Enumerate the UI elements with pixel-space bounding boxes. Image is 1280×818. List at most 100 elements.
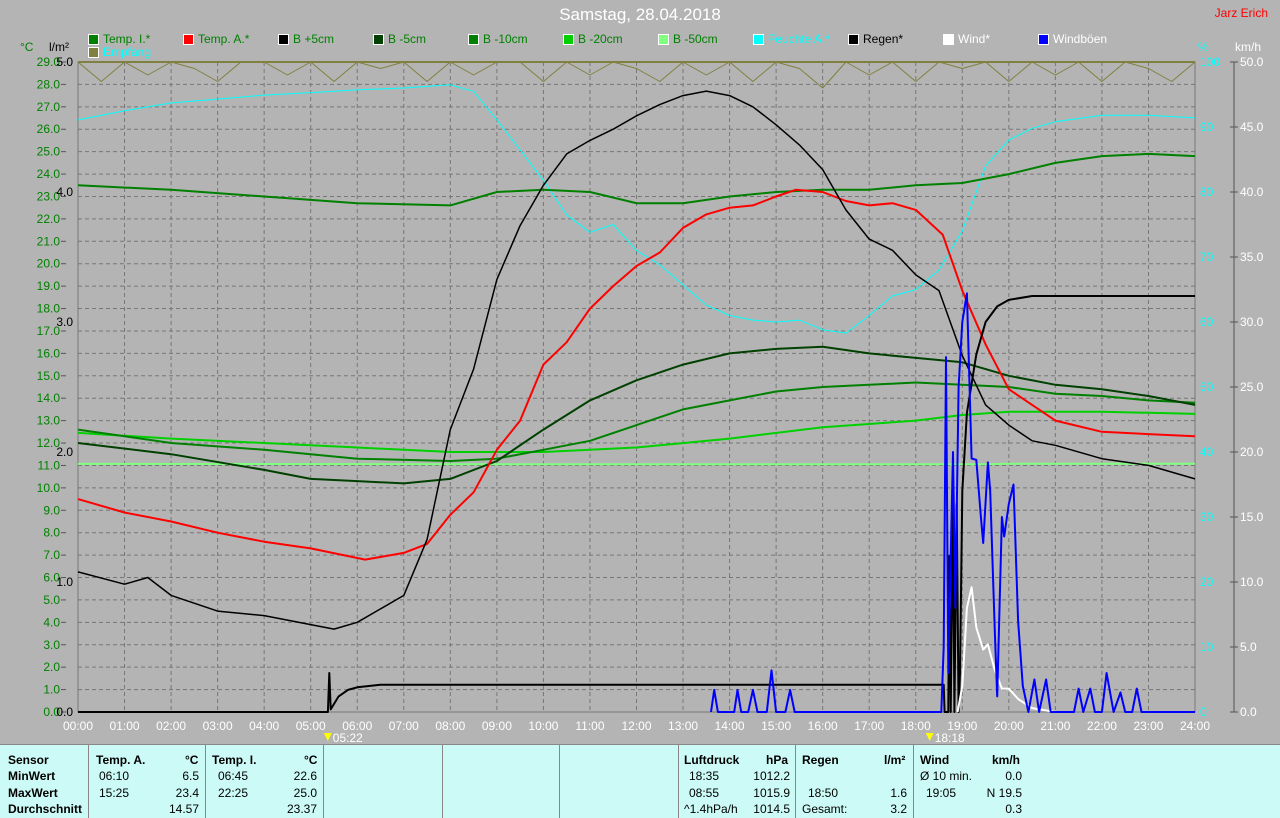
temp-a-max-time: 15:25 [99, 786, 130, 800]
pressure-min-time: 18:35 [689, 769, 720, 783]
row-label-min: MinWert [8, 769, 56, 783]
y-tick-kmh: 15.0 [1240, 510, 1264, 524]
y-tick-temp: 26.0 [37, 122, 61, 136]
pressure-max-time: 08:55 [689, 786, 720, 800]
y-tick-rain: 0.0 [56, 705, 73, 719]
wind-unit: km/h [992, 753, 1021, 767]
x-tick: 22:00 [1087, 719, 1117, 733]
row-label-max: MaxWert [8, 786, 58, 800]
x-tick: 12:00 [621, 719, 651, 733]
y-tick-temp: 1.0 [43, 683, 60, 697]
y-tick-kmh: 30.0 [1240, 315, 1264, 329]
y-tick-rain: 3.0 [56, 315, 73, 329]
y-tick-pct: 60 [1200, 315, 1214, 329]
x-tick: 00:00 [63, 719, 93, 733]
pressure-current: 1014.5 [753, 802, 790, 816]
y-tick-pct: 10 [1200, 640, 1214, 654]
y-tick-temp: 28.0 [37, 77, 61, 91]
y-tick-temp: 7.0 [43, 548, 60, 562]
x-tick: 02:00 [156, 719, 186, 733]
x-tick: 04:00 [249, 719, 279, 733]
x-tick: 20:00 [994, 719, 1024, 733]
y-tick-temp: 3.0 [43, 638, 60, 652]
y-tick-temp: 24.0 [37, 167, 61, 181]
x-tick: 05:00 [296, 719, 326, 733]
rain-max: 1.6 [890, 786, 907, 800]
temp-i-unit: °C [304, 753, 318, 767]
rain-unit: l/m² [884, 753, 906, 767]
series-b-20cm [77, 410, 1196, 453]
rain-total: 3.2 [890, 802, 907, 816]
y-tick-pct: 30 [1200, 510, 1214, 524]
marker-time: 18:18 [935, 731, 965, 744]
temp-i-min: 22.6 [293, 769, 317, 783]
row-label-sensor: Sensor [8, 753, 49, 767]
y-tick-temp: 18.0 [37, 302, 61, 316]
y-tick-kmh: 45.0 [1240, 120, 1264, 134]
y-tick-temp: 21.0 [37, 234, 61, 248]
wind-mean: 0.3 [1005, 802, 1022, 816]
x-tick: 21:00 [1040, 719, 1070, 733]
y-tick-temp: 8.0 [43, 526, 60, 540]
y-tick-temp: 16.0 [37, 346, 61, 360]
pressure-title: Luftdruck [684, 753, 740, 767]
y-tick-pct: 20 [1200, 575, 1214, 589]
y-tick-kmh: 35.0 [1240, 250, 1264, 264]
y-tick-temp: 11.0 [38, 458, 61, 472]
temp-i-avg: 23.37 [286, 802, 317, 816]
temp-a-unit: °C [185, 753, 199, 767]
pressure-trend: ^1.4hPa/h [684, 802, 738, 816]
y-tick-pct: 100 [1200, 55, 1220, 69]
temp-a-min: 6.5 [182, 769, 199, 783]
pressure-min: 1012.2 [753, 769, 790, 783]
x-tick: 10:00 [528, 719, 558, 733]
x-tick: 15:00 [761, 719, 791, 733]
y-tick-temp: 2.0 [43, 660, 60, 674]
weather-chart: 0.01.02.03.04.05.06.07.08.09.010.011.012… [37, 55, 1264, 744]
x-tick: 01:00 [110, 719, 140, 733]
x-tick: 08:00 [435, 719, 465, 733]
y-tick-temp: 25.0 [37, 145, 61, 159]
y-tick-kmh: 5.0 [1240, 640, 1257, 654]
x-tick: 16:00 [808, 719, 838, 733]
y-tick-kmh: 40.0 [1240, 185, 1264, 199]
wind-avg: 0.0 [1005, 769, 1022, 783]
y-tick-kmh: 10.0 [1240, 575, 1264, 589]
x-tick: 23:00 [1133, 719, 1163, 733]
y-tick-temp: 9.0 [43, 503, 60, 517]
y-tick-temp: 22.0 [37, 212, 61, 226]
y-tick-rain: 1.0 [56, 575, 73, 589]
y-tick-temp: 14.0 [37, 391, 61, 405]
temp-i-max-time: 22:25 [218, 786, 249, 800]
row-label-avg: Durchschnitt [8, 802, 83, 816]
series-wind [956, 586, 1074, 713]
y-tick-kmh: 0.0 [1240, 705, 1257, 719]
temp-a-min-time: 06:10 [99, 769, 130, 783]
x-tick: 11:00 [575, 719, 604, 733]
temp-i-title: Temp. I. [212, 753, 257, 767]
x-tick: 03:00 [203, 719, 233, 733]
rain-title: Regen [802, 753, 839, 767]
x-tick: 09:00 [482, 719, 512, 733]
marker-icon [323, 733, 332, 741]
temp-i-max: 25.0 [293, 786, 317, 800]
x-tick: 07:00 [389, 719, 419, 733]
y-tick-rain: 5.0 [56, 55, 73, 69]
y-tick-pct: 80 [1200, 185, 1214, 199]
marker-icon [925, 733, 934, 741]
y-tick-kmh: 50.0 [1240, 55, 1264, 69]
x-tick: 13:00 [668, 719, 698, 733]
temp-a-avg: 14.57 [168, 802, 199, 816]
temp-a-max: 23.4 [175, 786, 199, 800]
rain-total-label: Gesamt: [802, 802, 848, 816]
y-tick-pct: 50 [1200, 380, 1214, 394]
marker-time: 05:22 [333, 731, 363, 744]
y-tick-rain: 4.0 [56, 185, 73, 199]
y-tick-temp: 10.0 [37, 481, 61, 495]
series-b-50cm [77, 462, 1195, 466]
y-tick-kmh: 20.0 [1240, 445, 1264, 459]
wind-max: N 19.5 [986, 786, 1022, 800]
pressure-max: 1015.9 [753, 786, 790, 800]
x-tick: 24:00 [1180, 719, 1210, 733]
y-tick-pct: 70 [1200, 250, 1214, 264]
